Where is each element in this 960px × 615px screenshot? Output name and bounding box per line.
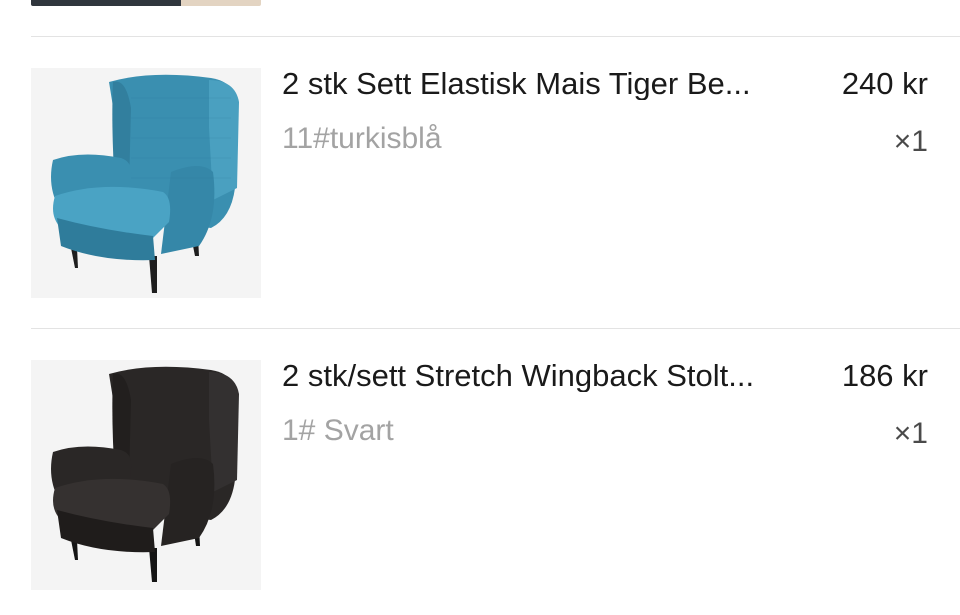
black-wingback-chair-image bbox=[51, 366, 239, 582]
product-price: 186 kr bbox=[841, 358, 928, 393]
previous-item-thumbnail[interactable] bbox=[31, 0, 261, 6]
product-title[interactable]: 2 stk Sett Elastisk Mais Tiger Be... bbox=[282, 68, 812, 100]
turquoise-wingback-chair-image bbox=[51, 74, 239, 293]
product-image[interactable] bbox=[31, 360, 261, 590]
divider bbox=[31, 328, 960, 329]
product-variant: 1# Svart bbox=[282, 414, 394, 447]
cart-item[interactable]: 2 stk/sett Stretch Wingback Stolt... 186… bbox=[0, 360, 960, 592]
divider bbox=[31, 36, 960, 37]
product-variant: 11#turkisblå bbox=[282, 122, 442, 155]
product-image[interactable] bbox=[31, 68, 261, 298]
thumbnail-fragment-dark bbox=[31, 0, 181, 6]
cart-item[interactable]: 2 stk Sett Elastisk Mais Tiger Be... 240… bbox=[0, 68, 960, 300]
thumbnail-fragment-light bbox=[181, 0, 261, 6]
product-price: 240 kr bbox=[841, 66, 928, 101]
product-quantity: ×1 bbox=[893, 417, 928, 450]
product-quantity: ×1 bbox=[893, 125, 928, 158]
product-title[interactable]: 2 stk/sett Stretch Wingback Stolt... bbox=[282, 360, 812, 392]
